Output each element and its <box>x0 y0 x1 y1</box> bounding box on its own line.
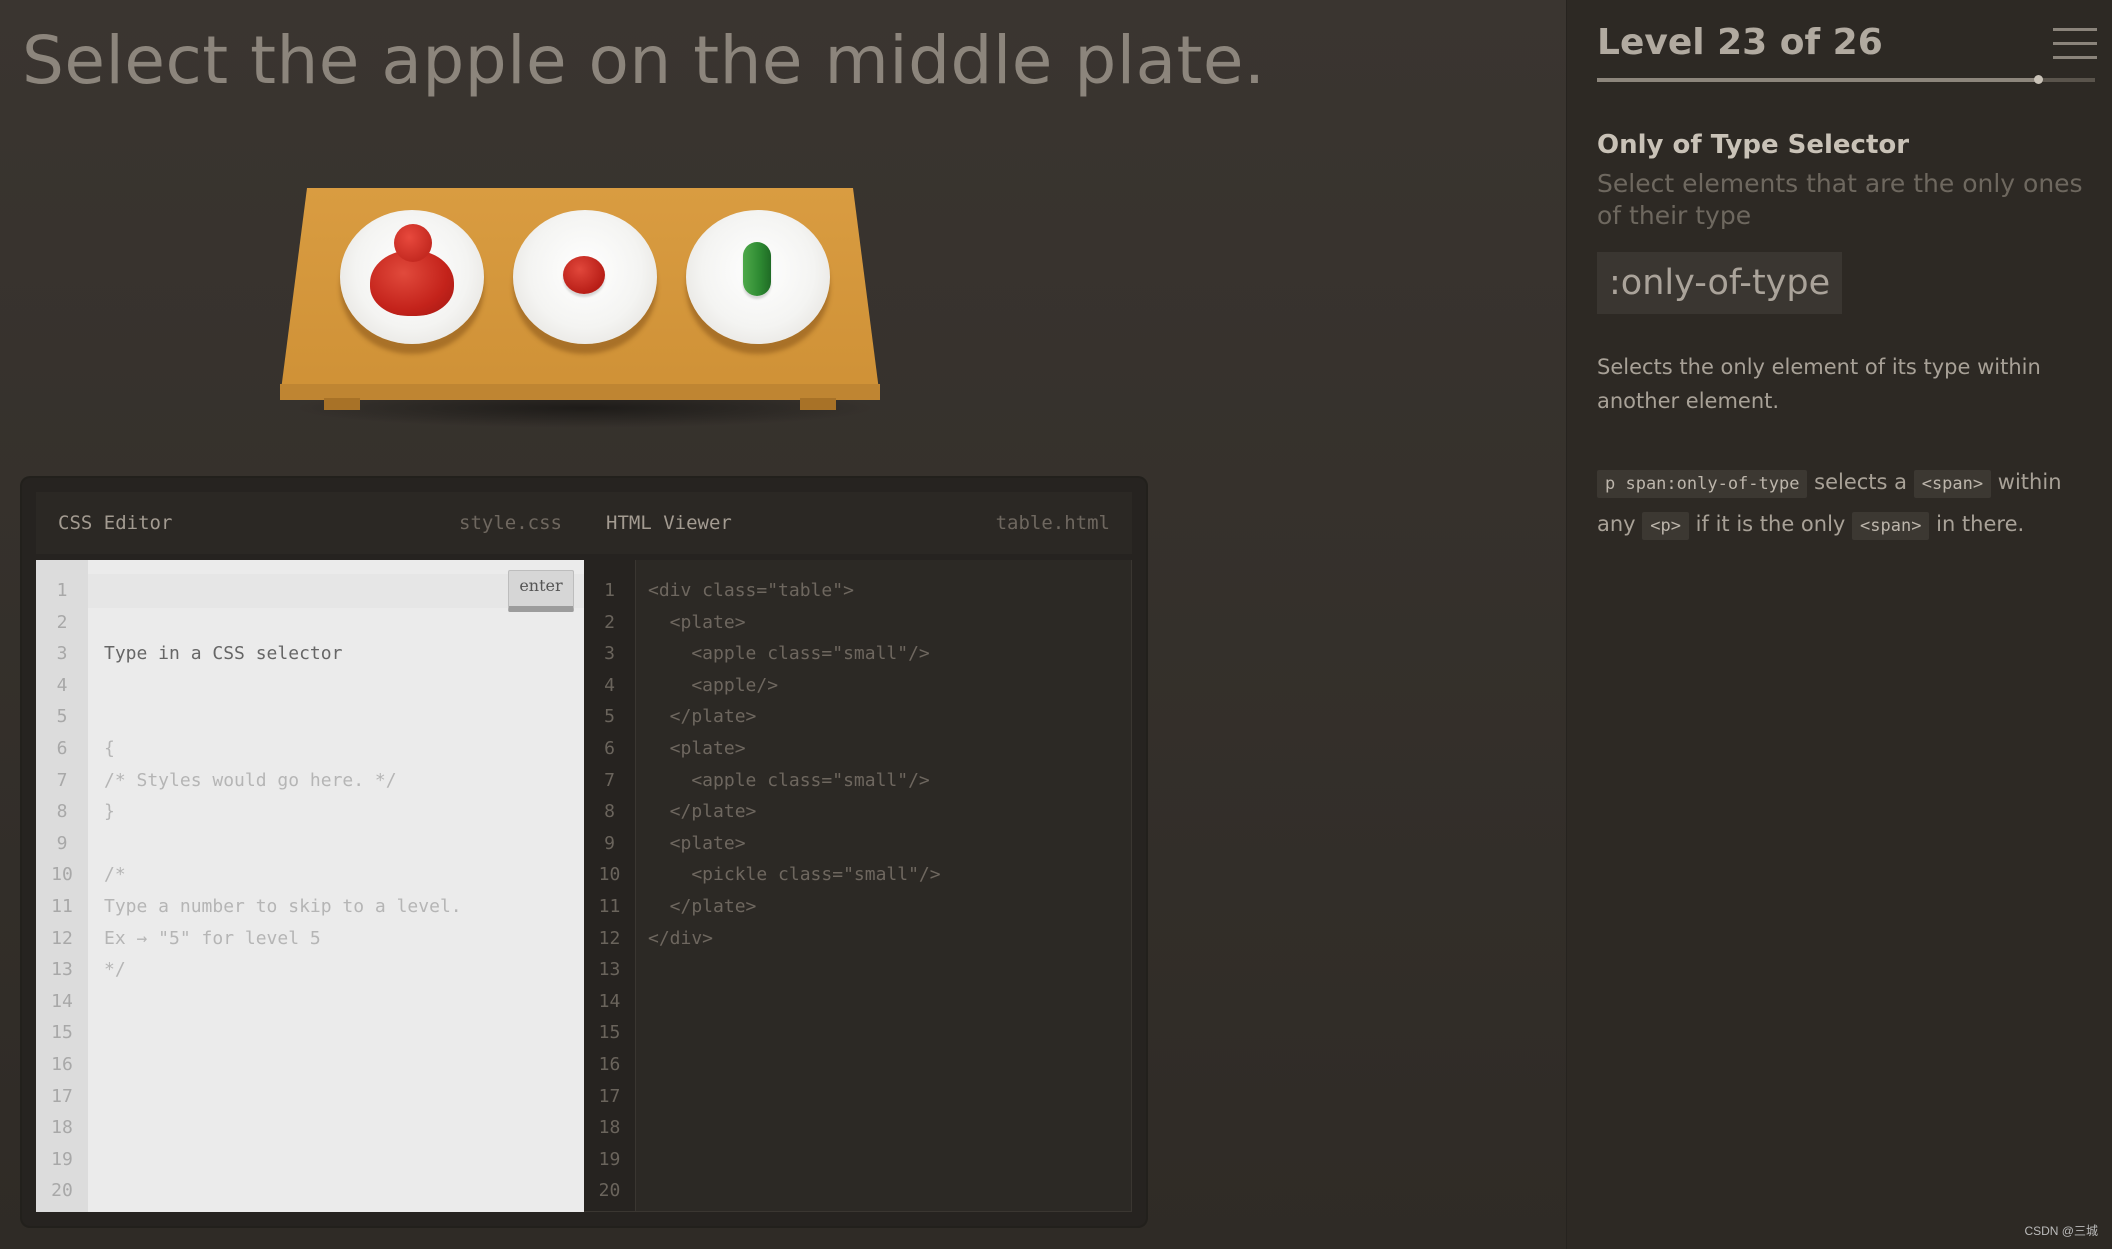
apple-small[interactable] <box>563 256 605 294</box>
html-viewer-header: HTML Viewer table.html <box>584 492 1132 554</box>
example-tag: <p> <box>1642 512 1689 540</box>
plate[interactable] <box>513 210 657 344</box>
table-leg <box>800 398 836 410</box>
watermark: CSDN @三城 <box>2024 1224 2098 1238</box>
plate[interactable] <box>686 210 830 344</box>
html-viewer-pane: HTML Viewer table.html 1 2 3 4 5 6 7 8 9… <box>584 478 1132 1226</box>
pickle-small[interactable] <box>743 242 771 296</box>
apple[interactable] <box>370 224 454 316</box>
example-text: in there. <box>1929 512 2025 536</box>
css-line-numbers: 1 2 3 4 5 6 7 8 9 10 11 12 13 14 15 16 1… <box>36 560 88 1212</box>
css-editor-pane: CSS Editor style.css 1 2 3 4 5 6 7 8 9 1… <box>36 478 584 1226</box>
example-text: selects a <box>1807 470 1914 494</box>
table-leg <box>324 398 360 410</box>
level-title[interactable]: Level 23 of 26 <box>1597 22 1883 63</box>
selector-name: Only of Type Selector <box>1597 130 1910 160</box>
html-viewer-body: 1 2 3 4 5 6 7 8 9 10 11 12 13 14 15 16 1… <box>584 560 1132 1212</box>
selector-example: p span:only-of-type selects a <span> wit… <box>1597 462 2097 546</box>
css-code-lines: { /* Styles would go here. */ } /* Type … <box>104 737 462 981</box>
css-editor-title: CSS Editor <box>58 512 173 534</box>
progress-fill <box>1597 78 2038 82</box>
selector-syntax: :only-of-type <box>1597 252 1843 314</box>
plate[interactable] <box>340 210 484 344</box>
example-text: if it is the only <box>1689 512 1853 536</box>
menu-icon[interactable] <box>2053 28 2097 62</box>
css-editor-body[interactable]: 1 2 3 4 5 6 7 8 9 10 11 12 13 14 15 16 1… <box>36 560 584 1212</box>
apple-top <box>394 224 432 262</box>
html-file-name: table.html <box>995 512 1110 534</box>
table-edge <box>280 384 880 400</box>
enter-button[interactable]: enter <box>508 570 574 612</box>
example-tag: <span> <box>1913 470 1992 498</box>
css-file-name: style.css <box>459 512 562 534</box>
css-selector-input[interactable]: Type in a CSS selector <box>104 638 574 670</box>
editor: CSS Editor style.css 1 2 3 4 5 6 7 8 9 1… <box>22 478 1146 1226</box>
example-code: p span:only-of-type <box>1597 470 1808 498</box>
table <box>280 188 880 448</box>
level-instruction: Select the apple on the middle plate. <box>22 22 1266 99</box>
game-area: Select the apple on the middle plate. CS… <box>0 0 1566 1249</box>
html-viewer-title: HTML Viewer <box>606 512 732 534</box>
example-tag: <span> <box>1852 512 1930 540</box>
css-editor-header: CSS Editor style.css <box>36 492 584 554</box>
html-code[interactable]: <div class="table"> <plate> <apple class… <box>648 560 1121 954</box>
css-code: Type in a CSS selector { /* Styles would… <box>104 560 574 1049</box>
level-progress <box>1597 75 2095 84</box>
progress-dot <box>2033 75 2043 84</box>
selector-hint: Selects the only element of its type wit… <box>1597 355 2041 413</box>
html-line-numbers: 1 2 3 4 5 6 7 8 9 10 11 12 13 14 15 16 1… <box>584 560 636 1211</box>
sidebar: Level 23 of 26 Only of Type Selector Sel… <box>1566 0 2112 1249</box>
selector-description: Select elements that are the only ones o… <box>1597 169 2083 230</box>
